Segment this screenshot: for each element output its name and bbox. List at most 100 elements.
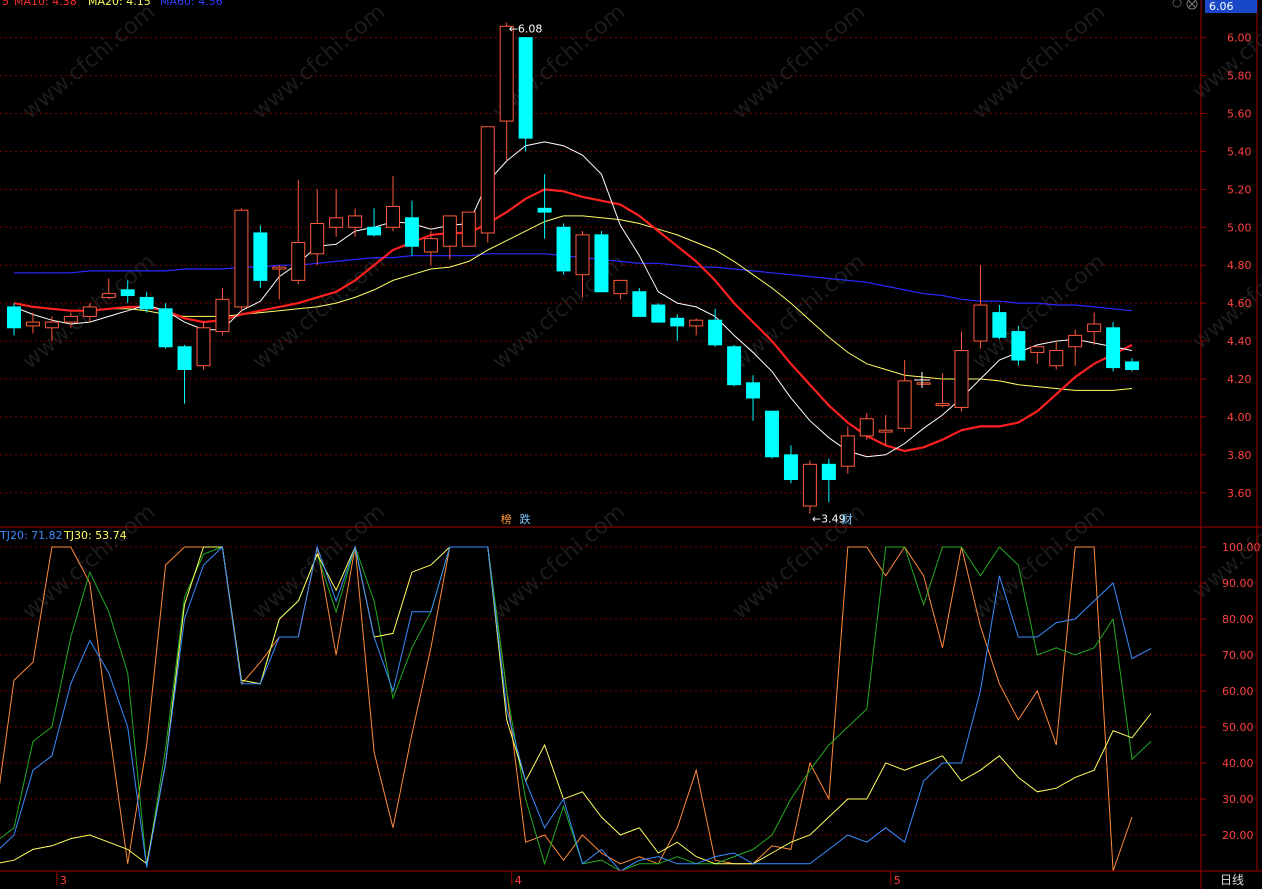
- indicator-tick-label: 40.00: [1222, 757, 1254, 770]
- candle-up: [329, 189, 344, 237]
- price-annotations: ←6.08 ←3.49 榜跌 财: [501, 22, 930, 526]
- watermark-text: www.cfchi.com: [248, 0, 390, 125]
- candle-body: [196, 327, 211, 367]
- candle-down: [632, 287, 647, 317]
- candle-up: [613, 279, 628, 300]
- x-tick-label: 4: [515, 874, 522, 887]
- candle-body: [992, 312, 1007, 338]
- candle-up: [840, 426, 855, 474]
- ma60-legend: MA60: 4.56: [160, 0, 223, 8]
- candle-body: [802, 463, 817, 507]
- candle-body: [1106, 327, 1121, 369]
- candle-body: [139, 296, 154, 310]
- ma10-legend: MA10: 4.38: [14, 0, 77, 8]
- candle-body: [1011, 331, 1026, 361]
- candle-body: [499, 25, 514, 122]
- candle-body: [746, 382, 761, 399]
- candle-up: [878, 415, 893, 446]
- candle-up: [897, 360, 912, 433]
- price-tick-label: 4.60: [1227, 297, 1252, 310]
- candle-up: [348, 208, 363, 237]
- candle-body: [480, 126, 495, 234]
- low-price-annotation: ←3.49: [812, 513, 846, 526]
- candle-body: [916, 382, 931, 385]
- candle-down: [783, 445, 798, 484]
- candle-up: [215, 287, 230, 336]
- candle-down: [746, 375, 761, 421]
- candle-up: [291, 179, 306, 285]
- candle-up: [499, 22, 514, 161]
- candle-body: [689, 319, 704, 327]
- price-tick-label: 5.20: [1227, 183, 1252, 196]
- candle-up: [973, 265, 988, 349]
- candle-body: [594, 234, 609, 293]
- watermark-text: www.cfchi.com: [968, 0, 1110, 125]
- candle-body: [613, 279, 628, 295]
- candle-up: [1030, 346, 1045, 364]
- candle-body: [556, 226, 571, 272]
- indicator-orange-line: [0, 546, 1133, 872]
- candle-body: [253, 232, 268, 281]
- candle-down: [556, 223, 571, 275]
- candle-down: [537, 174, 552, 239]
- panel-toggle-icon[interactable]: [1172, 0, 1182, 8]
- candle-down: [1125, 358, 1140, 372]
- candle-body: [101, 293, 116, 298]
- candle-body: [1125, 361, 1140, 371]
- candle-body: [120, 289, 135, 297]
- candle-body: [878, 429, 893, 433]
- indicator-tick-label: 80.00: [1222, 613, 1254, 626]
- candle-body: [1068, 334, 1083, 348]
- high-price-annotation: ←6.08: [509, 22, 543, 35]
- candle-body: [310, 222, 325, 255]
- candle-body: [954, 350, 969, 408]
- price-tick-label: 4.80: [1227, 259, 1252, 272]
- ma20-legend: MA20: 4.15: [88, 0, 151, 8]
- period-label[interactable]: 日线: [1220, 873, 1244, 887]
- candle-up: [1068, 329, 1083, 366]
- candle-body: [386, 205, 400, 228]
- candle-up: [1049, 341, 1064, 370]
- panel-close-icon[interactable]: [1186, 0, 1198, 10]
- candle-body: [651, 304, 666, 323]
- indicator-tick-label: 60.00: [1222, 685, 1254, 698]
- candle-body: [44, 321, 59, 329]
- watermark-text: www.cfchi.com: [1188, 0, 1262, 105]
- candle-body: [367, 226, 382, 236]
- indicator-tick-label: 100.00: [1222, 541, 1261, 554]
- candle-body: [291, 241, 306, 281]
- candle-body: [821, 463, 836, 480]
- candle-down: [1011, 325, 1026, 366]
- stock-chart[interactable]: www.cfchi.com www.cfchi.com www.cfchi.com w…: [0, 0, 1262, 889]
- candle-down: [594, 231, 609, 293]
- price-tick-label: 5.60: [1227, 108, 1252, 121]
- indicator-tick-label: 20.00: [1222, 829, 1254, 842]
- candle-body: [935, 403, 950, 407]
- candle-body: [1030, 346, 1045, 353]
- candle-body: [442, 215, 457, 247]
- candle-body: [670, 317, 685, 327]
- watermark-text: www.cfchi.com: [728, 0, 870, 125]
- tj30-legend: TJ30: 53.74: [63, 529, 127, 542]
- candle-body: [518, 37, 533, 139]
- candle-body: [708, 319, 723, 346]
- candle-down: [727, 344, 742, 387]
- candle-up: [1087, 312, 1102, 345]
- candle-body: [897, 380, 912, 429]
- main-legend-prefix: 5: [2, 0, 9, 8]
- candle-down: [367, 208, 382, 237]
- indicator-tick-label: 90.00: [1222, 577, 1254, 590]
- candle-up: [689, 318, 704, 336]
- candle-down: [765, 410, 779, 459]
- candle-body: [1087, 323, 1102, 333]
- indicator-tick-label: 50.00: [1222, 721, 1254, 734]
- candle-body: [859, 418, 874, 437]
- candle-up: [310, 189, 325, 266]
- price-tick-label: 5.40: [1227, 145, 1252, 158]
- event-marker: 跌: [520, 512, 531, 526]
- candle-body: [537, 207, 552, 213]
- tj30-line: [0, 545, 1152, 865]
- axes: 6.00 5.80 5.60 5.40 5.20 5.00 4.80 4.60 4.40 4.20…: [0, 0, 1262, 889]
- candle-down: [821, 458, 836, 503]
- candle-body: [840, 435, 855, 467]
